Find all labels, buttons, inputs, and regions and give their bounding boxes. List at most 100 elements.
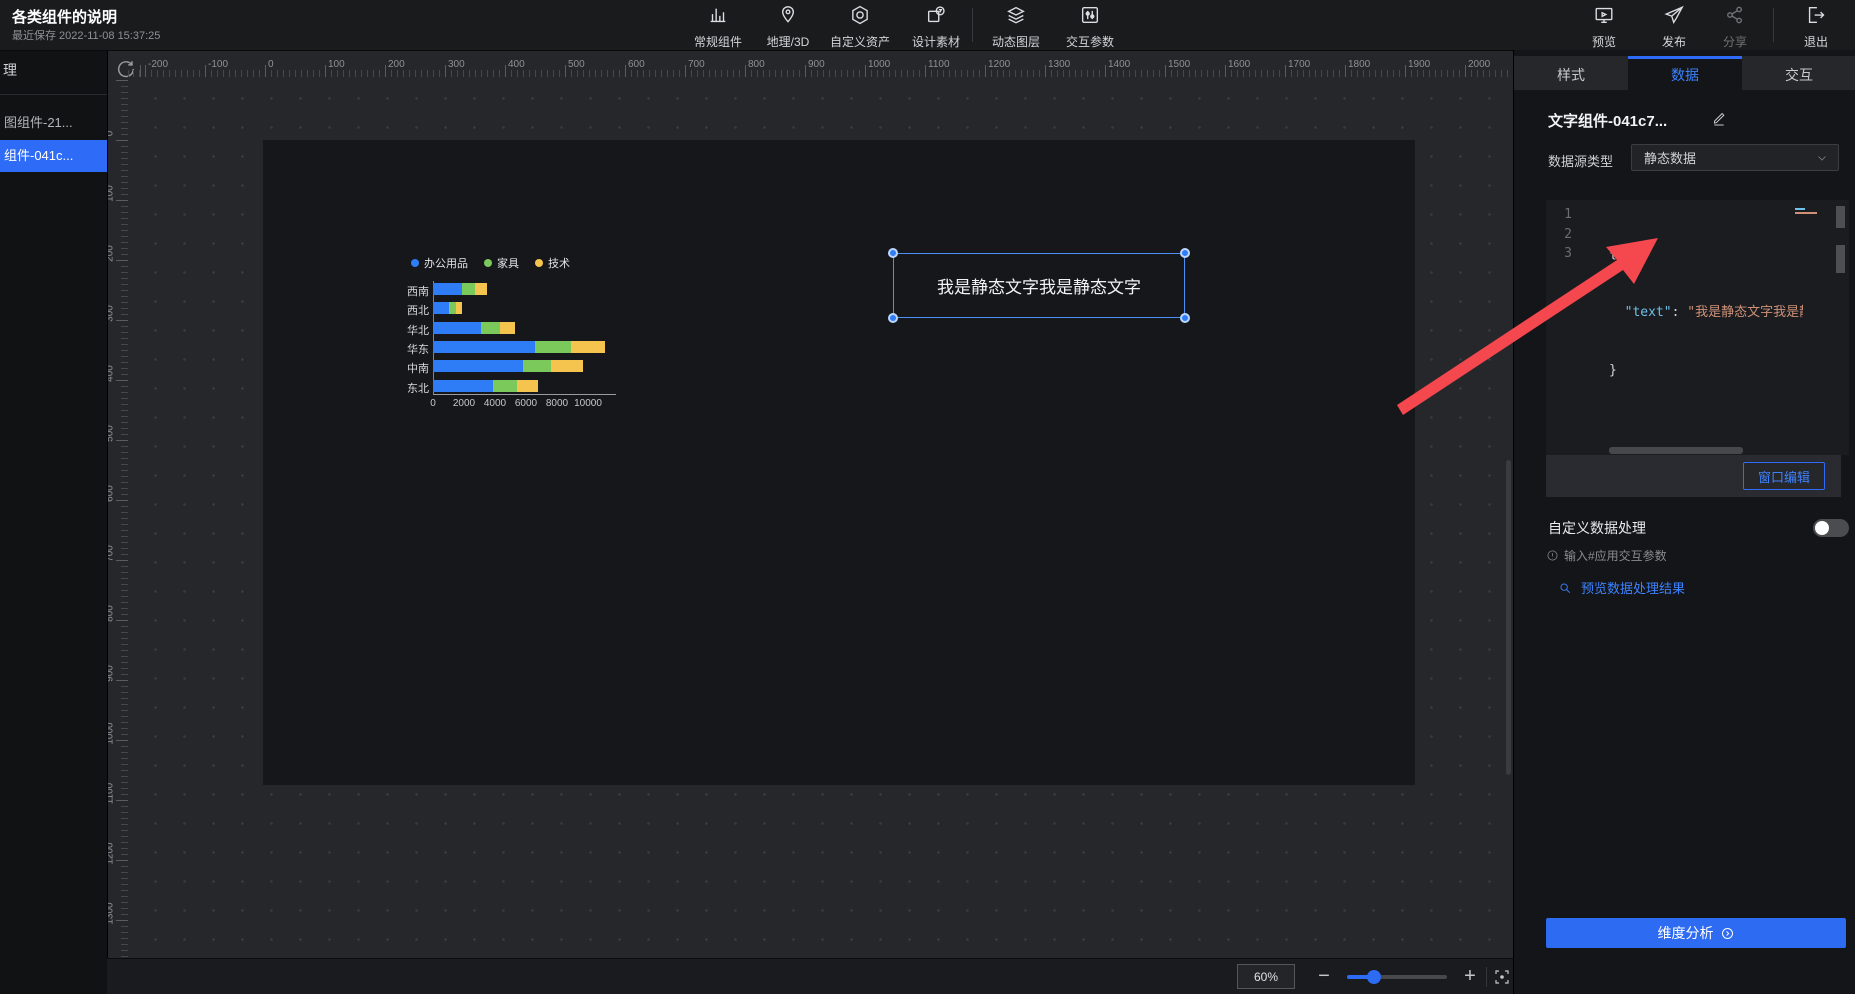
datav-editor: 各类组件的说明 最近保存 2022-11-08 15:37:25 常规组件 地理…	[0, 0, 1855, 994]
ruler-label: 400	[508, 59, 525, 70]
toolbar-item-label: 自定义资产	[830, 33, 890, 50]
editor-minimap	[1795, 208, 1823, 214]
horizontal-ruler: -200-10001002003004005006007008009001000…	[128, 59, 1513, 77]
static-text: 我是静态文字我是静态文字	[937, 273, 1141, 298]
custom-data-processing-toggle[interactable]	[1813, 519, 1849, 537]
bar-segment	[535, 341, 571, 353]
legend-item[interactable]: 技术	[535, 255, 570, 271]
ruler-label: 1900	[1408, 59, 1430, 70]
x-axis-tick-label: 10000	[568, 398, 608, 409]
ruler-label: 1500	[1168, 59, 1190, 70]
ruler-label: 900	[107, 659, 116, 689]
bar-segment	[433, 283, 462, 295]
top-bar: 各类组件的说明 最近保存 2022-11-08 15:37:25 常规组件 地理…	[0, 0, 1855, 51]
editor-footer-strip: 窗口编辑	[1546, 455, 1841, 497]
search-icon	[1558, 581, 1572, 595]
artboard[interactable]: 办公用品家具技术 西南西北华北华东中南东北0200040006000800010…	[263, 140, 1415, 785]
bar-category-label: 西北	[403, 302, 429, 318]
ruler-label: 1100	[928, 59, 950, 70]
ruler-label: 2000	[1468, 59, 1490, 70]
paper-plane-icon	[1663, 4, 1685, 31]
action-share: 分享	[1703, 4, 1767, 50]
zoom-in-button[interactable]: +	[1455, 961, 1485, 991]
bar-category-label: 中南	[403, 360, 429, 376]
action-publish[interactable]: 发布	[1642, 4, 1706, 50]
tab-interaction[interactable]: 交互	[1742, 56, 1855, 90]
data-source-select[interactable]: 静态数据	[1631, 144, 1839, 171]
vertical-ruler: 0100200300400500600700800900100011001200…	[107, 77, 128, 958]
legend-label: 家具	[497, 255, 519, 271]
selection-handle-br[interactable]	[1180, 313, 1190, 323]
toolbar-dynamic-layers[interactable]: 动态图层	[984, 4, 1048, 50]
legend-dot	[535, 259, 543, 267]
editor-scrollbar-thumb[interactable]	[1836, 206, 1845, 228]
selection-handle-tr[interactable]	[1180, 248, 1190, 258]
ruler-label: 100	[107, 179, 116, 209]
legend-item[interactable]: 家具	[484, 255, 519, 271]
bar-segment	[433, 341, 535, 353]
ruler-label: 600	[628, 59, 645, 70]
canvas-area: -200-10001002003004005006007008009001000…	[107, 50, 1513, 958]
editor-scrollbar-thumb[interactable]	[1836, 245, 1845, 273]
toolbar-separator	[1773, 8, 1774, 42]
canvas-scrollbar[interactable]	[1506, 460, 1511, 775]
ruler-label: 0	[107, 119, 116, 149]
zoom-out-button[interactable]: −	[1309, 961, 1339, 991]
zoom-percent-input[interactable]: 60%	[1237, 964, 1295, 989]
layers-panel: 理 图组件-21... 组件-041c...	[0, 50, 108, 994]
canvas-field[interactable]: 办公用品家具技术 西南西北华北华东中南东北0200040006000800010…	[128, 77, 1513, 958]
zoom-slider[interactable]	[1347, 975, 1447, 979]
editor-hscrollbar-thumb[interactable]	[1609, 447, 1743, 454]
ruler-label: 800	[748, 59, 765, 70]
bottom-bar: 60% − +	[107, 958, 1513, 994]
tab-data[interactable]: 数据	[1628, 56, 1742, 90]
code-line-3: }	[1609, 361, 1803, 381]
tab-style[interactable]: 样式	[1514, 56, 1628, 90]
processing-hint: 输入#应用交互参数	[1546, 547, 1667, 564]
stacked-bar-chart[interactable]: 办公用品家具技术 西南西北华北华东中南东北0200040006000800010…	[403, 245, 663, 425]
toolbar-custom-assets[interactable]: 自定义资产	[828, 4, 892, 50]
action-label: 退出	[1804, 33, 1828, 50]
selection-handle-tl[interactable]	[888, 248, 898, 258]
ruler-label: 1000	[868, 59, 890, 70]
layer-item-chart[interactable]: 图组件-21...	[0, 108, 107, 138]
action-preview[interactable]: 预览	[1572, 4, 1636, 50]
legend-item[interactable]: 办公用品	[411, 255, 468, 271]
chart-x-axis	[433, 394, 616, 395]
json-code-editor[interactable]: 1 2 3 { "text": "我是静态文字我是静态文字" }	[1546, 200, 1849, 455]
ruler-label: 1400	[1108, 59, 1130, 70]
fit-to-screen-icon[interactable]	[1493, 968, 1511, 986]
info-icon	[1546, 549, 1559, 562]
edit-pencil-icon[interactable]	[1712, 110, 1728, 126]
chart-legend: 办公用品 家具技术	[411, 255, 570, 271]
toolbar-separator	[972, 8, 973, 42]
text-component-selected[interactable]: 我是静态文字我是静态文字	[893, 253, 1185, 318]
preview-processing-result-link[interactable]: 预览数据处理结果	[1558, 578, 1685, 597]
toolbar-geo-3d[interactable]: 地理/3D	[756, 4, 820, 50]
bar-category-label: 西南	[403, 283, 429, 299]
bar-segment	[433, 360, 523, 372]
shapes-icon	[925, 4, 947, 31]
code-content: { "text": "我是静态文字我是静态文字" }	[1609, 205, 1803, 420]
map-pin-icon	[777, 4, 799, 31]
ruler-label: 600	[107, 479, 116, 509]
dimension-analysis-button[interactable]: 维度分析	[1546, 918, 1846, 948]
action-exit[interactable]: 退出	[1784, 4, 1848, 50]
selection-handle-bl[interactable]	[888, 313, 898, 323]
toolbar-regular-components[interactable]: 常规组件	[686, 4, 750, 50]
zoom-slider-thumb[interactable]	[1367, 970, 1381, 984]
toolbar-interaction-params[interactable]: 交互参数	[1058, 4, 1122, 50]
window-edit-button[interactable]: 窗口编辑	[1743, 462, 1825, 490]
action-label: 分享	[1723, 33, 1747, 50]
layer-item-text-selected[interactable]: 组件-041c...	[0, 140, 107, 172]
legend-label: 办公用品	[424, 255, 468, 271]
action-label: 发布	[1662, 33, 1686, 50]
legend-dot	[411, 259, 419, 267]
ruler-label: 400	[107, 359, 116, 389]
chevron-down-icon	[1816, 152, 1828, 164]
document-title: 各类组件的说明	[12, 6, 117, 27]
toolbar-design-material[interactable]: 设计素材	[904, 4, 968, 50]
bar-segment	[433, 302, 449, 314]
ruler-label: 1300	[107, 899, 116, 929]
bar-segment	[456, 302, 462, 314]
